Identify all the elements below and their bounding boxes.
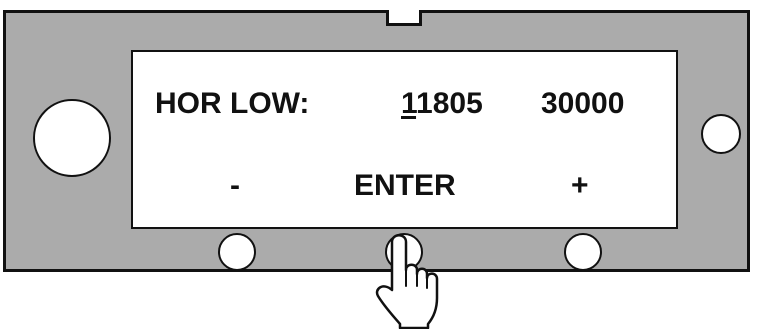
max-value: 30000 xyxy=(541,87,625,120)
cursor-digit: 1 xyxy=(401,87,417,120)
current-value: 11805 xyxy=(401,89,483,119)
small-right-knob[interactable] xyxy=(701,114,741,154)
lcd-display: HOR LOW: 11805 30000 - ENTER + xyxy=(131,50,678,229)
top-connector-tab xyxy=(386,10,422,26)
minus-button[interactable] xyxy=(218,233,256,271)
plus-softkey-label: + xyxy=(571,169,589,202)
large-left-knob[interactable] xyxy=(33,99,111,177)
plus-button[interactable] xyxy=(564,233,602,271)
hand-pointer-icon xyxy=(375,234,439,329)
current-value-rest: 1805 xyxy=(416,87,483,120)
enter-softkey-label: ENTER xyxy=(354,169,456,202)
parameter-label: HOR LOW: xyxy=(155,87,310,120)
minus-softkey-label: - xyxy=(230,169,240,202)
